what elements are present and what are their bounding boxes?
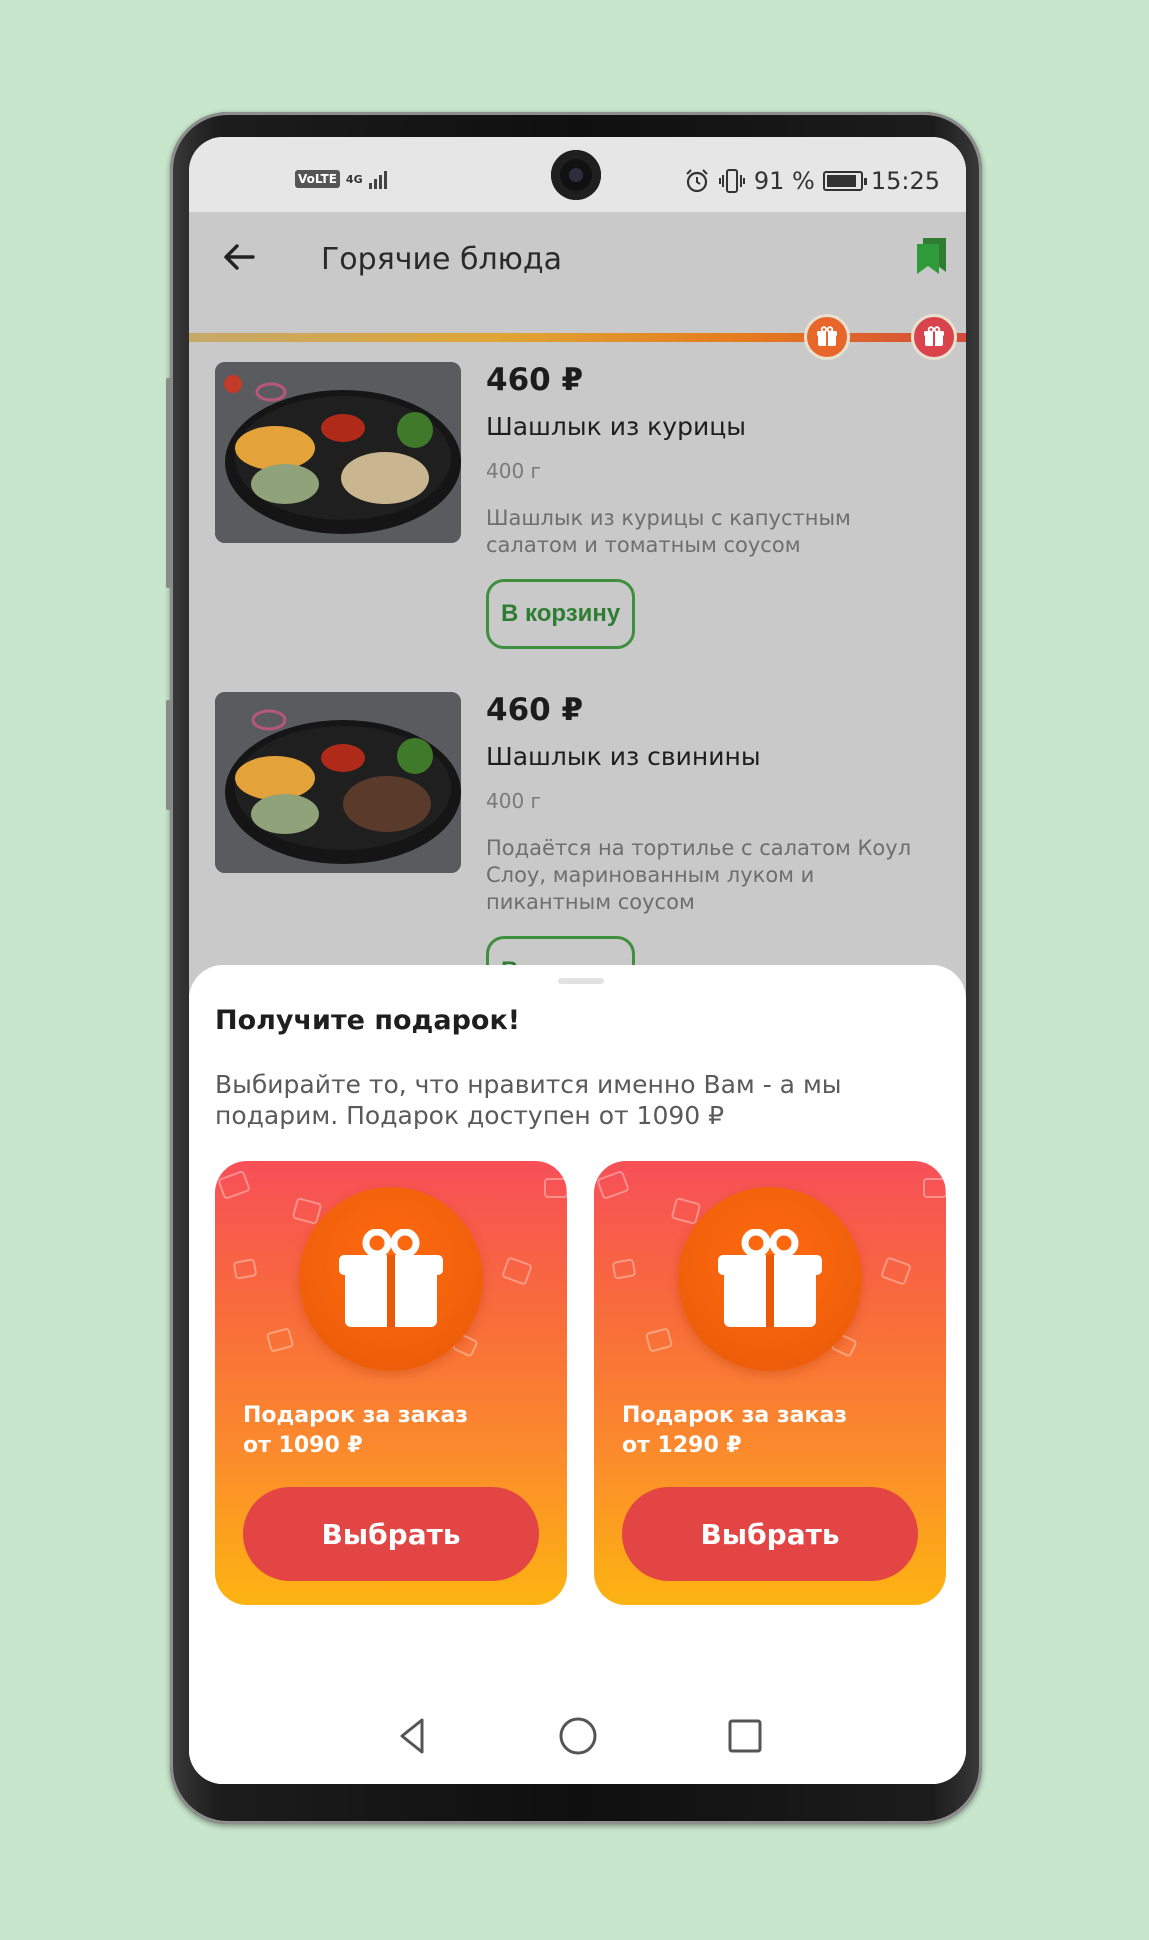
gift-icon bbox=[817, 326, 837, 346]
product-price: 460 ₽ bbox=[486, 362, 584, 398]
back-arrow-icon[interactable] bbox=[217, 234, 263, 280]
gift-card[interactable]: Подарок за заказ от 1090 ₽ Выбрать bbox=[215, 1161, 567, 1605]
product-price: 460 ₽ bbox=[486, 692, 584, 728]
product-name: Шашлык из курицы bbox=[486, 412, 746, 441]
gift-card[interactable]: Подарок за заказ от 1290 ₽ Выбрать bbox=[594, 1161, 946, 1605]
product-card[interactable]: 460 ₽ Шашлык из курицы 400 г Шашлык из к… bbox=[215, 362, 955, 662]
system-nav-bar bbox=[189, 1690, 966, 1784]
gift-condition-line1: Подарок за заказ bbox=[243, 1403, 469, 1428]
network-indicators: VoLTE 4G bbox=[295, 169, 387, 189]
gift-icon bbox=[718, 1229, 822, 1327]
gift-bottom-sheet: Получите подарок! Выбирайте то, что нрав… bbox=[189, 965, 966, 1784]
signal-icon bbox=[368, 169, 387, 189]
battery-icon bbox=[822, 171, 867, 191]
page-title: Горячие блюда bbox=[321, 242, 563, 277]
alarm-icon bbox=[686, 169, 708, 193]
gift-condition-line1: Подарок за заказ bbox=[622, 1403, 848, 1428]
gift-condition: Подарок за заказ от 1090 ₽ bbox=[243, 1401, 543, 1461]
system-indicators: 91 % 15:25 bbox=[684, 167, 940, 195]
product-info: 460 ₽ Шашлык из свинины 400 г Подаётся н… bbox=[486, 692, 926, 1006]
product-name: Шашлык из свинины bbox=[486, 742, 761, 771]
product-card[interactable]: 460 ₽ Шашлык из свинины 400 г Подаётся н… bbox=[215, 692, 955, 1006]
gift-icon bbox=[924, 326, 944, 346]
gift-condition: Подарок за заказ от 1290 ₽ bbox=[622, 1401, 922, 1461]
product-weight: 400 г bbox=[486, 459, 542, 483]
product-weight: 400 г bbox=[486, 789, 542, 813]
front-camera bbox=[551, 150, 601, 200]
sheet-subtitle: Выбирайте то, что нравится именно Вам - … bbox=[215, 1070, 842, 1130]
volte-badge: VoLTE bbox=[295, 170, 340, 188]
product-photo bbox=[215, 692, 461, 873]
nav-home-icon[interactable] bbox=[554, 1712, 602, 1760]
gift-badge bbox=[299, 1187, 483, 1371]
gift-condition-line2: от 1290 ₽ bbox=[622, 1433, 742, 1458]
clock: 15:25 bbox=[870, 167, 940, 195]
gift-marker-1[interactable] bbox=[804, 314, 850, 360]
product-info: 460 ₽ Шашлык из курицы 400 г Шашлык из к… bbox=[486, 362, 926, 649]
choose-gift-button[interactable]: Выбрать bbox=[243, 1487, 539, 1581]
battery-percent: 91 % bbox=[753, 167, 815, 195]
sheet-title: Получите подарок! bbox=[215, 1005, 521, 1036]
power-button bbox=[166, 700, 172, 810]
gift-icon bbox=[339, 1229, 443, 1327]
vibrate-icon bbox=[718, 169, 745, 193]
bookmark-icon[interactable] bbox=[914, 236, 950, 276]
nav-recents-icon[interactable] bbox=[721, 1712, 769, 1760]
product-description: Шашлык из курицы с капустным салатом и т… bbox=[486, 506, 851, 557]
nav-back-icon[interactable] bbox=[389, 1712, 437, 1760]
gift-badge bbox=[678, 1187, 862, 1371]
choose-gift-button[interactable]: Выбрать bbox=[622, 1487, 918, 1581]
gift-marker-2[interactable] bbox=[911, 314, 957, 360]
app-bar: Горячие блюда bbox=[189, 212, 966, 307]
add-to-cart-button[interactable]: В корзину bbox=[486, 579, 636, 649]
gift-condition-line2: от 1090 ₽ bbox=[243, 1433, 363, 1458]
sheet-drag-handle[interactable] bbox=[558, 978, 604, 984]
volume-button bbox=[166, 378, 172, 588]
product-description: Подаётся на тортилье с салатом Коул Слоу… bbox=[486, 836, 912, 914]
phone-screen: VoLTE 4G 91 % 15:25 Горячие блюда 460 ₽ … bbox=[189, 137, 966, 1784]
status-bar: VoLTE 4G 91 % 15:25 bbox=[189, 137, 966, 212]
product-photo bbox=[215, 362, 461, 543]
network-type: 4G bbox=[345, 172, 363, 186]
